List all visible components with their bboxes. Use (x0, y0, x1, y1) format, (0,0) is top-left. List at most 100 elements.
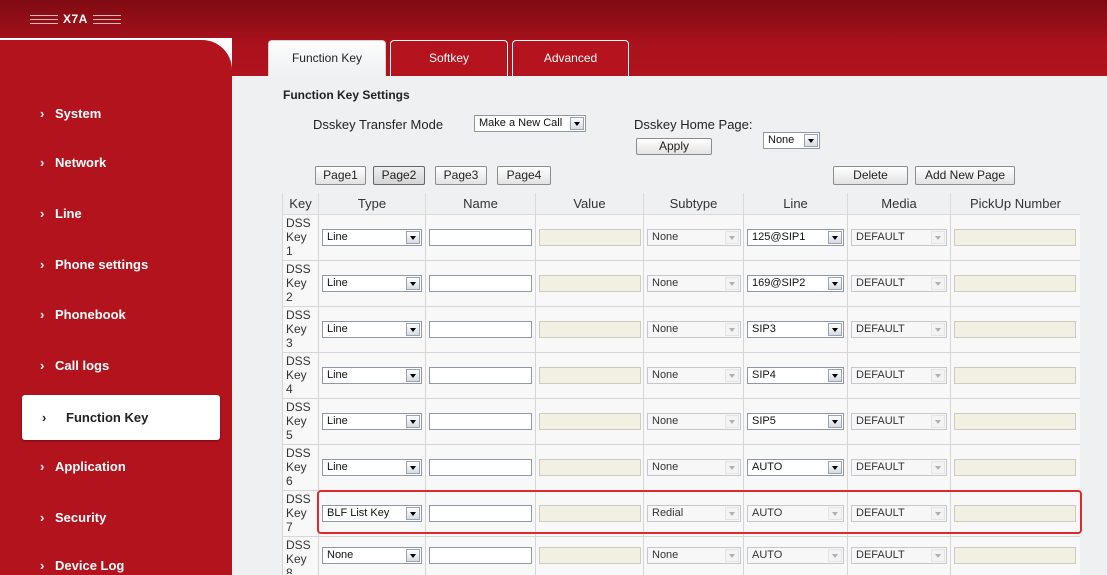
sidebar-item-security[interactable]: Security (0, 509, 232, 527)
type-select[interactable]: Line (322, 228, 422, 246)
key-cell: DSS Key 4 (282, 351, 319, 399)
value-input (539, 504, 641, 522)
line-select[interactable]: SIP4 (747, 366, 844, 384)
name-input[interactable] (429, 366, 532, 384)
apply-button[interactable]: Apply (636, 138, 712, 155)
media-select: DEFAULT (851, 366, 947, 384)
subtype-cell: None (643, 397, 744, 445)
chevron-down-icon (725, 322, 739, 336)
type-select[interactable]: None (322, 547, 422, 564)
type-select[interactable]: Line (322, 274, 422, 292)
chevron-down-icon (828, 322, 842, 336)
type-select[interactable]: BLF List Key (322, 504, 422, 522)
section-title: Function Key Settings (283, 88, 410, 102)
pickup-cell (950, 213, 1080, 261)
media-cell: DEFAULT (847, 213, 951, 261)
logo-text: X7A (63, 12, 88, 26)
key-cell: DSS Key 3 (282, 305, 319, 353)
key-cell: DSS Key 2 (282, 259, 319, 307)
line-cell: AUTO (743, 489, 848, 537)
type-select[interactable]: Line (322, 458, 422, 476)
sidebar-item-application[interactable]: Application (0, 458, 232, 476)
line-cell: AUTO (743, 535, 848, 575)
content-panel: Function Key Settings Dsskey Transfer Mo… (232, 76, 1107, 575)
value-cell (535, 305, 644, 353)
function-key-table: Key Type Name Value Subtype Line Media PickUp N… (282, 193, 1080, 575)
type-select[interactable]: Line (322, 320, 422, 338)
sidebar-item-label: Phonebook (55, 307, 126, 322)
page4-button[interactable]: Page4 (497, 166, 551, 185)
home-page-select[interactable]: None (763, 132, 820, 149)
media-select-value: DEFAULT (856, 506, 905, 519)
subtype-select-value: None (652, 276, 679, 289)
sidebar-item-label: Function Key (66, 410, 149, 425)
sidebar-item-network[interactable]: Network (0, 154, 232, 172)
home-page-label: Dsskey Home Page: (634, 117, 753, 132)
sidebar-item-line[interactable]: Line (0, 205, 232, 223)
type-cell: Line (318, 213, 426, 261)
sidebar-item-device-log[interactable]: Device Log (0, 557, 232, 575)
chevron-down-icon (931, 230, 945, 244)
type-select-value: BLF List Key (327, 506, 390, 519)
line-select-value: 125@SIP1 (752, 230, 806, 243)
name-input[interactable] (429, 504, 532, 522)
type-select-value: Line (327, 414, 348, 427)
sidebar-item-label: Line (55, 206, 82, 221)
name-input[interactable] (429, 412, 532, 430)
column-header-media: Media (847, 193, 951, 215)
sidebar-item-call-logs[interactable]: Call logs (0, 357, 232, 375)
media-select-value: DEFAULT (856, 368, 905, 381)
tab-softkey[interactable]: Softkey (390, 40, 508, 76)
subtype-select: Redial (647, 504, 741, 522)
chevron-right-icon (40, 154, 44, 172)
type-select[interactable]: Line (322, 412, 422, 430)
chevron-down-icon (931, 322, 945, 336)
subtype-select-value: None (652, 230, 679, 243)
tab-function-key[interactable]: Function Key (268, 40, 386, 76)
line-select[interactable]: SIP3 (747, 320, 844, 338)
sidebar-item-system[interactable]: System (0, 105, 232, 123)
line-select[interactable]: 125@SIP1 (747, 228, 844, 246)
chevron-right-icon (40, 357, 44, 375)
name-input[interactable] (429, 228, 532, 246)
sidebar-item-phone-settings[interactable]: Phone settings (0, 256, 232, 274)
type-select-value: Line (327, 322, 348, 335)
page2-button[interactable]: Page2 (373, 166, 425, 185)
line-select[interactable]: AUTO (747, 458, 844, 476)
name-input[interactable] (429, 320, 532, 338)
dss-key-label: DSS Key 5 (286, 399, 311, 442)
page3-button[interactable]: Page3 (435, 166, 487, 185)
add-new-page-button[interactable]: Add New Page (915, 166, 1015, 185)
pickup-number-input (954, 228, 1076, 246)
logo-lines-icon (30, 14, 58, 24)
subtype-cell: Redial (643, 489, 744, 537)
line-select[interactable]: 169@SIP2 (747, 274, 844, 292)
sidebar-item-function-key[interactable]: Function Key (22, 395, 220, 440)
transfer-mode-label: Dsskey Transfer Mode (313, 117, 444, 132)
pickup-cell (950, 443, 1080, 491)
line-select[interactable]: SIP5 (747, 412, 844, 430)
line-select-value: AUTO (752, 506, 783, 519)
chevron-right-icon (40, 458, 44, 476)
subtype-select: None (647, 228, 741, 246)
name-input[interactable] (429, 458, 532, 476)
media-select-value: DEFAULT (856, 322, 905, 335)
media-select: DEFAULT (851, 547, 947, 564)
sidebar-item-phonebook[interactable]: Phonebook (0, 306, 232, 324)
chevron-down-icon (828, 506, 842, 520)
type-select[interactable]: Line (322, 366, 422, 384)
value-cell (535, 397, 644, 445)
name-input[interactable] (429, 547, 532, 564)
key-cell: DSS Key 1 (282, 213, 319, 261)
name-input[interactable] (429, 274, 532, 292)
pickup-cell (950, 305, 1080, 353)
type-cell: Line (318, 397, 426, 445)
sidebar-item-label: System (55, 106, 102, 121)
sidebar-item-label: Security (55, 510, 107, 525)
tab-advanced[interactable]: Advanced (512, 40, 629, 76)
transfer-mode-select[interactable]: Make a New Call (474, 115, 586, 132)
subtype-select: None (647, 366, 741, 384)
delete-button[interactable]: Delete (833, 166, 908, 185)
page1-button[interactable]: Page1 (315, 166, 366, 185)
media-cell: DEFAULT (847, 259, 951, 307)
